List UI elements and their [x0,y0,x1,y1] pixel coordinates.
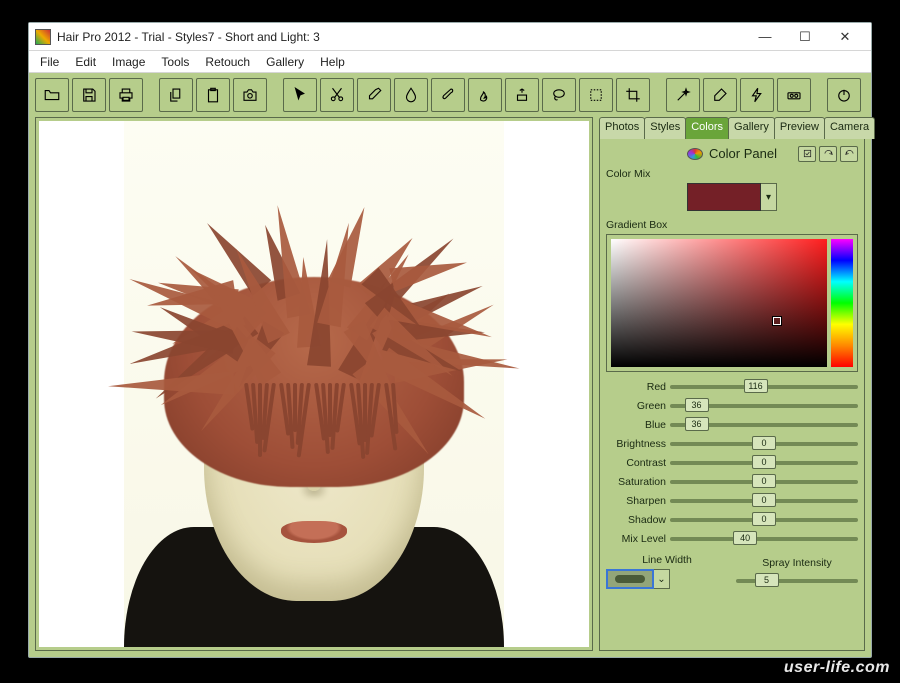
tab-styles[interactable]: Styles [644,117,686,139]
slider-value-mix-level[interactable]: 40 [733,531,757,545]
slider-label-red: Red [606,381,670,393]
lasso-tool[interactable] [542,78,576,112]
slider-shadow[interactable]: 0 [670,518,858,522]
slider-saturation[interactable]: 0 [670,480,858,484]
spray-intensity-label: Spray Intensity [736,557,858,569]
window-title: Hair Pro 2012 - Trial - Styles7 - Short … [57,30,745,44]
slider-brightness[interactable]: 0 [670,442,858,446]
menu-edit[interactable]: Edit [68,53,103,71]
camera-button[interactable] [233,78,267,112]
slider-value-shadow[interactable]: 0 [752,512,776,526]
slider-value-contrast[interactable]: 0 [752,455,776,469]
open-button[interactable] [35,78,69,112]
menu-tools[interactable]: Tools [154,53,196,71]
flash-tool[interactable] [740,78,774,112]
color-swatch-dropdown[interactable]: ▾ [761,183,777,211]
slider-value-brightness[interactable]: 0 [752,436,776,450]
crop-tool[interactable] [616,78,650,112]
slider-value-red[interactable]: 116 [744,379,768,393]
slider-label-shadow: Shadow [606,514,670,526]
slider-label-saturation: Saturation [606,476,670,488]
paint-tool[interactable] [703,78,737,112]
line-width-selector[interactable] [606,569,654,589]
slider-green[interactable]: 36 [670,404,858,408]
menu-retouch[interactable]: Retouch [198,53,257,71]
smudge-tool[interactable] [468,78,502,112]
tape-tool[interactable] [777,78,811,112]
slider-value-blue[interactable]: 36 [685,417,709,431]
tabs: PhotosStylesColorsGalleryPreviewCamera [599,117,865,139]
menu-gallery[interactable]: Gallery [259,53,311,71]
blur-tool[interactable] [394,78,428,112]
toolbar [29,73,871,117]
slider-label-brightness: Brightness [606,438,670,450]
cut-tool[interactable] [320,78,354,112]
slider-label-sharpen: Sharpen [606,495,670,507]
slider-value-saturation[interactable]: 0 [752,474,776,488]
tab-camera[interactable]: Camera [824,117,875,139]
slider-value-sharpen[interactable]: 0 [752,493,776,507]
pointer-tool[interactable] [283,78,317,112]
tab-colors[interactable]: Colors [685,117,729,139]
slider-contrast[interactable]: 0 [670,461,858,465]
canvas[interactable] [39,121,589,647]
clone-tool[interactable] [505,78,539,112]
slider-label-contrast: Contrast [606,457,670,469]
minimize-button[interactable]: — [745,24,785,50]
marquee-tool[interactable] [579,78,613,112]
power-button[interactable] [827,78,861,112]
slider-mix-level[interactable]: 40 [670,537,858,541]
titlebar: Hair Pro 2012 - Trial - Styles7 - Short … [29,23,871,51]
apply-icon-button[interactable] [798,146,816,162]
spray-intensity-value[interactable]: 5 [755,573,779,587]
color-panel: Color Panel Color Mix ▾ Gradient Box [599,138,865,651]
slider-value-green[interactable]: 36 [685,398,709,412]
save-button[interactable] [72,78,106,112]
spray-intensity-slider[interactable]: 5 [736,579,858,583]
gradient-label: Gradient Box [606,219,858,231]
color-swatch[interactable] [687,183,761,211]
menu-image[interactable]: Image [105,53,152,71]
canvas-frame [35,117,593,651]
tab-preview[interactable]: Preview [774,117,825,139]
slider-red[interactable]: 116 [670,385,858,389]
print-button[interactable] [109,78,143,112]
line-width-dropdown[interactable]: ⌄ [654,569,670,589]
reset-icon-button[interactable] [819,146,837,162]
slider-sharpen[interactable]: 0 [670,499,858,503]
tab-gallery[interactable]: Gallery [728,117,775,139]
maximize-button[interactable]: ☐ [785,24,825,50]
slider-label-blue: Blue [606,419,670,431]
hue-picker[interactable] [831,239,853,367]
line-width-label: Line Width [606,554,728,566]
paste-button[interactable] [196,78,230,112]
wand-tool[interactable] [666,78,700,112]
tab-photos[interactable]: Photos [599,117,645,139]
saturation-value-picker[interactable] [611,239,827,367]
slider-blue[interactable]: 36 [670,423,858,427]
panel-title: Color Panel [709,146,777,161]
close-button[interactable]: ✕ [825,24,865,50]
undo-icon-button[interactable] [840,146,858,162]
side-panel: PhotosStylesColorsGalleryPreviewCamera C… [599,117,865,651]
copy-button[interactable] [159,78,193,112]
eyedropper-tool[interactable] [357,78,391,112]
menu-file[interactable]: File [33,53,66,71]
menubar: FileEditImageToolsRetouchGalleryHelp [29,51,871,73]
brush-tool[interactable] [431,78,465,112]
app-window: Hair Pro 2012 - Trial - Styles7 - Short … [28,22,872,658]
palette-icon [687,148,703,160]
portrait-image [124,121,504,647]
slider-label-mix-level: Mix Level [606,533,670,545]
watermark: user-life.com [784,659,890,677]
color-mix-label: Color Mix [606,168,858,180]
slider-label-green: Green [606,400,670,412]
menu-help[interactable]: Help [313,53,352,71]
app-icon [35,29,51,45]
